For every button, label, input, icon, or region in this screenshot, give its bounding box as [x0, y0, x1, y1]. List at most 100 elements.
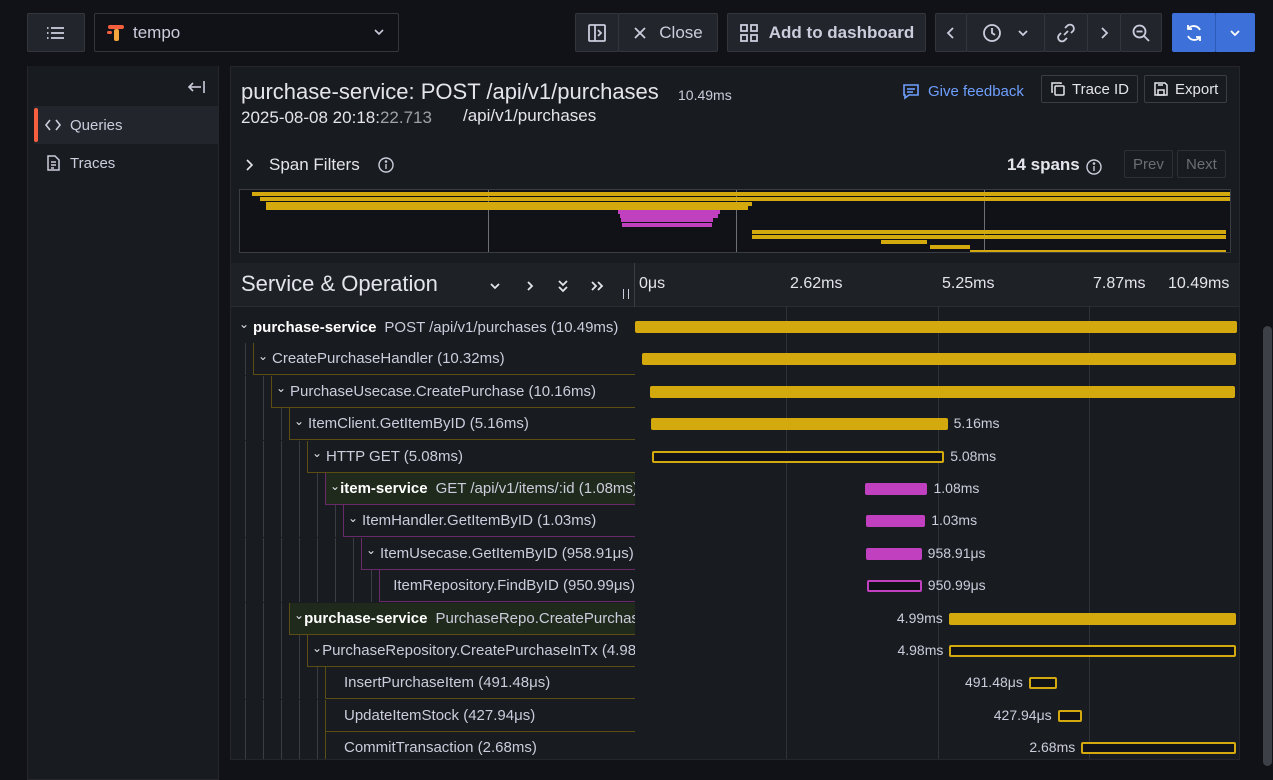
prev-button[interactable]: Prev — [1124, 150, 1173, 178]
span-bar[interactable] — [866, 547, 922, 560]
span-bar[interactable] — [867, 580, 922, 593]
span-bar[interactable] — [649, 385, 1235, 398]
span-row[interactable]: ⌄ ItemUsecase.GetItemByID (958.91μs) 958.9… — [231, 537, 1239, 570]
span-bar[interactable] — [865, 515, 926, 528]
refresh-interval-button[interactable] — [1215, 13, 1255, 52]
refresh-button[interactable] — [1172, 13, 1216, 52]
chevron-down-icon[interactable]: ⌄ — [330, 479, 340, 493]
span-row[interactable]: ⌄ purchase-service POST /api/v1/purchases … — [231, 311, 1239, 343]
trace-id-button[interactable]: Trace ID — [1041, 75, 1138, 103]
operation-name: POST /api/v1/purchases (10.49ms) — [384, 318, 619, 336]
indent-guide — [353, 570, 371, 603]
span-bar[interactable] — [1057, 709, 1083, 722]
datasource-name: tempo — [133, 22, 181, 42]
copy-link-button[interactable] — [1044, 13, 1088, 52]
time-forward-button[interactable] — [1087, 13, 1121, 52]
sidebar-item-queries[interactable]: Queries — [34, 106, 218, 144]
split-pane-button[interactable] — [575, 13, 619, 52]
indent-guide — [263, 667, 281, 700]
chevron-down-icon[interactable]: ⌄ — [258, 349, 272, 363]
sidebar-item-traces[interactable]: Traces — [34, 144, 218, 182]
span-bar[interactable] — [865, 483, 928, 495]
next-button[interactable]: Next — [1177, 150, 1226, 178]
span-bar[interactable] — [948, 612, 1237, 625]
span-name-cell[interactable]: ⌄ ItemClient.GetItemByID (5.16ms) — [289, 408, 635, 441]
span-row[interactable]: ⌄ CreatePurchaseHandler (10.32ms) — [231, 343, 1239, 376]
span-row[interactable]: ⌄ purchase-service PurchaseRepo.CreatePurc… — [231, 602, 1239, 635]
chevron-down-icon[interactable]: ⌄ — [276, 381, 290, 395]
menu-button[interactable] — [27, 13, 85, 52]
span-bar[interactable] — [651, 450, 945, 463]
indent-guide — [299, 505, 317, 538]
span-row[interactable]: CommitTransaction (2.68ms) 2.68ms — [231, 732, 1239, 759]
give-feedback-link[interactable]: Give feedback — [902, 80, 1024, 102]
span-bar[interactable] — [641, 353, 1237, 366]
indent-guide — [317, 505, 335, 538]
close-button[interactable]: Close — [618, 13, 718, 52]
scrollbar-thumb[interactable] — [1263, 326, 1272, 766]
time-picker-button[interactable] — [966, 13, 1045, 52]
collapse-all-icon[interactable] — [589, 279, 605, 293]
chevron-down-icon[interactable]: ⌄ — [239, 317, 253, 331]
span-row[interactable]: ItemRepository.FindByID (950.99μs) 950.99… — [231, 570, 1239, 603]
chevron-right-icon[interactable] — [523, 279, 537, 293]
span-row[interactable]: InsertPurchaseItem (491.48μs) 491.48μs — [231, 667, 1239, 700]
span-name-cell[interactable]: CommitTransaction (2.68ms) — [325, 732, 635, 759]
span-name-cell[interactable]: ⌄ purchase-service POST /api/v1/purchases … — [235, 311, 635, 343]
chevron-down-icon[interactable]: ⌄ — [366, 543, 380, 557]
chevron-down-icon[interactable]: ⌄ — [294, 608, 304, 622]
minimap-span — [622, 223, 712, 227]
span-row[interactable]: ⌄ PurchaseUsecase.CreatePurchase (10.16ms… — [231, 375, 1239, 408]
indent-guide — [245, 635, 263, 667]
time-back-button[interactable] — [935, 13, 967, 52]
export-button[interactable]: Export — [1144, 75, 1228, 103]
service-name: item-service — [340, 480, 428, 497]
span-bar[interactable] — [635, 321, 1237, 333]
span-name-cell[interactable]: ⌄ ItemHandler.GetItemByID (1.03ms) — [343, 505, 635, 538]
chevron-down-icon[interactable] — [488, 279, 502, 293]
trace-date: 2025-08-08 20:18: — [241, 108, 380, 127]
span-name-cell[interactable]: InsertPurchaseItem (491.48μs) — [325, 667, 635, 700]
indent-guide — [245, 440, 263, 473]
span-name-cell[interactable]: ItemRepository.FindByID (950.99μs) — [379, 570, 635, 603]
span-row[interactable]: UpdateItemStock (427.94μs) 427.94μs — [231, 699, 1239, 732]
indent-guide — [299, 667, 317, 700]
trace-minimap[interactable] — [239, 189, 1231, 253]
span-name-cell[interactable]: ⌄ item-service GET /api/v1/items/:id (1.08… — [325, 473, 635, 505]
indent-guide — [263, 537, 281, 570]
indent-guide — [299, 537, 317, 570]
zoom-out-button[interactable] — [1120, 13, 1162, 52]
chevron-down-icon[interactable]: ⌄ — [294, 414, 308, 428]
span-name-cell[interactable]: ⌄ ItemUsecase.GetItemByID (958.91μs) — [361, 537, 635, 570]
span-row[interactable]: ⌄ ItemClient.GetItemByID (5.16ms) 5.16ms — [231, 408, 1239, 441]
span-name-cell[interactable]: ⌄ PurchaseUsecase.CreatePurchase (10.16ms… — [271, 375, 635, 408]
span-name-cell[interactable]: UpdateItemStock (427.94μs) — [325, 699, 635, 732]
add-to-dashboard-button[interactable]: Add to dashboard — [727, 13, 926, 52]
chevron-down-icon[interactable]: ⌄ — [312, 641, 322, 655]
refresh-icon — [1187, 24, 1201, 41]
expand-all-icon[interactable] — [556, 278, 570, 294]
span-name-cell[interactable]: ⌄ purchase-service PurchaseRepo.CreatePurc… — [289, 602, 635, 635]
span-name-cell[interactable]: ⌄ PurchaseRepository.CreatePurchaseInTx (… — [307, 635, 635, 667]
span-bar[interactable] — [1028, 677, 1058, 690]
span-bar[interactable] — [1081, 742, 1236, 755]
chevron-right-icon[interactable] — [243, 158, 255, 172]
span-row[interactable]: ⌄ ItemHandler.GetItemByID (1.03ms) 1.03ms — [231, 505, 1239, 538]
span-bar[interactable] — [949, 645, 1237, 657]
span-bar[interactable] — [650, 418, 948, 431]
span-row[interactable]: ⌄ item-service GET /api/v1/items/:id (1.08… — [231, 473, 1239, 505]
datasource-picker[interactable]: tempo — [94, 13, 399, 52]
span-row[interactable]: ⌄ PurchaseRepository.CreatePurchaseInTx (… — [231, 635, 1239, 667]
span-name-cell[interactable]: ⌄ CreatePurchaseHandler (10.32ms) — [253, 343, 635, 376]
indent-guide — [281, 473, 299, 505]
span-name-cell[interactable]: ⌄ HTTP GET (5.08ms) — [307, 440, 635, 473]
indent-guide — [335, 537, 353, 570]
span-row[interactable]: ⌄ HTTP GET (5.08ms) 5.08ms — [231, 440, 1239, 473]
column-resizer[interactable] — [623, 289, 629, 299]
span-filters-toggle[interactable]: Span Filters — [269, 155, 360, 175]
chevron-down-icon[interactable]: ⌄ — [348, 511, 362, 525]
chevron-down-icon[interactable]: ⌄ — [312, 446, 326, 460]
indent-guide — [263, 635, 281, 667]
operation-name: ItemHandler.GetItemByID (1.03ms) — [362, 512, 597, 530]
collapse-sidebar-icon[interactable] — [185, 79, 207, 95]
